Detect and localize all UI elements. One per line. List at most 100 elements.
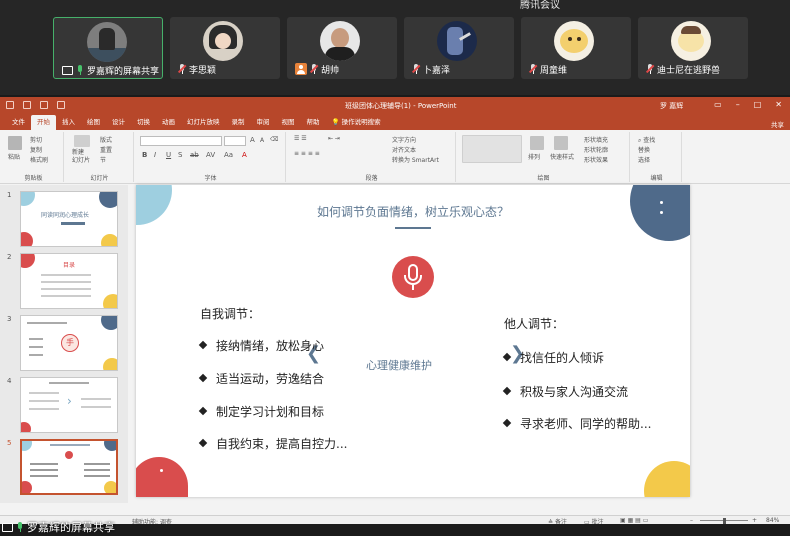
shape-fill-button[interactable]: 形状填充 [584,135,608,144]
shapes-gallery[interactable] [462,135,522,163]
quick-styles-icon [554,136,568,150]
copy-button[interactable]: 复制 [30,145,42,154]
present-icon[interactable] [57,101,65,109]
font-color-icon[interactable]: A [242,151,247,159]
participant-tile[interactable]: 李思颖 [170,17,280,79]
share-button[interactable]: 共享 [771,119,784,129]
ribbon-display-icon[interactable]: ▭ [714,100,722,109]
close-icon[interactable]: ✕ [775,100,782,109]
tab-view[interactable]: 视图 [276,115,301,130]
slide-thumbnail[interactable]: 目录 [20,253,118,309]
list-item-text: 找信任的人倾诉 [520,351,605,365]
mic-muted-icon [645,64,655,74]
participant-tile[interactable]: 周童维 [521,17,631,79]
mic-muted-icon [411,64,421,74]
strikethrough-icon[interactable]: ab [190,151,199,159]
ribbon-tabs: 文件 开始 插入 绘图 设计 切换 动画 幻灯片放映 录制 审阅 视图 帮助 💡… [0,115,790,130]
tab-record[interactable]: 录制 [226,115,251,130]
screen-share-icon [2,522,13,532]
layout-button[interactable]: 版式 [100,135,112,144]
undo-icon[interactable] [23,101,31,109]
text-direction-button[interactable]: 文字方向 [392,135,416,144]
indent-icon[interactable]: ⇤ ⇥ [328,135,340,142]
tab-file[interactable]: 文件 [6,115,31,130]
thumbnail-title: 手 [61,334,79,352]
tab-home[interactable]: 开始 [31,115,56,130]
arrange-button[interactable]: 排列 [528,152,540,161]
spacing-icon[interactable]: AV [206,151,215,159]
quick-access-toolbar [6,101,65,109]
group-label: 幻灯片 [90,175,109,182]
zoom-in-icon[interactable]: + [752,517,757,524]
change-case-icon[interactable]: Aa [224,151,233,159]
others-regulation-heading: 他人调节： [504,317,565,331]
slide-thumbnail-selected[interactable] [20,439,118,495]
decrease-font-icon[interactable]: A [260,137,264,144]
bullet-diamond-icon [198,373,208,382]
underline-icon[interactable]: U [166,151,171,159]
shape-outline-button[interactable]: 形状轮廓 [584,145,608,154]
zoom-out-icon[interactable]: – [690,517,693,524]
align-text-button[interactable]: 对齐文本 [392,145,416,154]
window-controls: ▭ – □ ✕ [714,100,782,109]
list-item-text: 接纳情绪，放松身心 [216,339,325,353]
increase-font-icon[interactable]: A [250,136,255,144]
format-painter-button[interactable]: 格式刷 [30,155,48,164]
slide-canvas[interactable]: 如何调节负面情绪，树立乐观心态？ ❮ 心理健康维护 ❯ 自我调节： 接纳情绪，放… [136,185,690,497]
participant-tile[interactable]: 卜嘉泽 [404,17,514,79]
shape-effects-button[interactable]: 形状效果 [584,155,608,164]
tab-transitions[interactable]: 切换 [131,115,156,130]
slide-thumbnail[interactable]: 同读同润心理成长 [20,191,118,247]
title-bar: 班级团体心理辅导(1) - PowerPoint 罗 嘉辉 ▭ – □ ✕ [0,97,790,115]
participant-name-row: 周童维 [528,62,567,76]
tab-draw[interactable]: 绘图 [81,115,106,130]
list-item: 接纳情绪，放松身心 [198,337,325,354]
italic-icon[interactable]: I [154,151,156,159]
select-button[interactable]: 选择 [638,155,650,164]
participant-name-row: 胡帅 [295,62,339,76]
font-name-select[interactable] [140,136,222,146]
participant-tile[interactable]: 胡帅 [287,17,397,79]
drawing-group: 排列 快速样式 形状填充 形状轮廓 形状效果 绘图 [458,132,630,182]
clear-format-icon[interactable]: ⌫ [270,136,278,143]
user-name[interactable]: 罗 嘉辉 [660,101,683,111]
shadow-icon[interactable]: S [178,151,182,159]
tell-me-search[interactable]: 💡 操作说明搜索 [326,115,387,130]
tab-help[interactable]: 帮助 [301,115,326,130]
list-item-text: 制定学习计划和目标 [216,405,325,419]
bold-icon[interactable]: B [142,151,147,159]
redo-icon[interactable] [40,101,48,109]
tab-animations[interactable]: 动画 [156,115,181,130]
decor-blob [644,461,690,497]
replace-button[interactable]: 替换 [638,145,650,154]
new-slide-button[interactable]: 新建 幻灯片 [72,149,90,165]
participant-name-row: 罗嘉辉的屏幕共享 [62,63,159,77]
thumbnail-title: 同读同润心理成长 [41,212,90,219]
font-size-select[interactable] [224,136,246,146]
tab-design[interactable]: 设计 [106,115,131,130]
bullets-icon[interactable]: ☰ ☰ [294,135,307,142]
tab-insert[interactable]: 插入 [56,115,81,130]
list-item-text: 寻求老师、同学的帮助... [520,417,652,431]
smartart-button[interactable]: 转换为 SmartArt [392,155,439,164]
tab-review[interactable]: 审阅 [251,115,276,130]
participant-tile-sharing[interactable]: 罗嘉辉的屏幕共享 [53,17,163,79]
participant-tile[interactable]: 迪士尼在逃野兽 [638,17,748,79]
section-button[interactable]: 节 [100,155,106,164]
zoom-level[interactable]: 84% [766,517,779,524]
slide-thumbnail[interactable]: › [20,377,118,433]
minimize-icon[interactable]: – [736,100,740,109]
group-label: 剪贴板 [24,175,43,182]
find-button[interactable]: ⌕ 查找 [638,135,655,145]
save-icon[interactable] [6,101,14,109]
tab-slideshow[interactable]: 幻灯片放映 [181,115,226,130]
cut-button[interactable]: 剪切 [30,135,42,144]
view-buttons[interactable]: ▣ ▦ ▤ ▭ [620,517,648,524]
slide-thumbnail[interactable]: 手 [20,315,118,371]
group-label: 绘图 [537,175,550,182]
reset-button[interactable]: 重置 [100,145,112,154]
maximize-icon[interactable]: □ [754,100,762,109]
quick-styles-button[interactable]: 快速样式 [550,152,574,161]
align-icons[interactable]: ≡ ≡ ≡ ≡ [294,150,320,157]
paste-button[interactable]: 粘贴 [8,152,20,161]
